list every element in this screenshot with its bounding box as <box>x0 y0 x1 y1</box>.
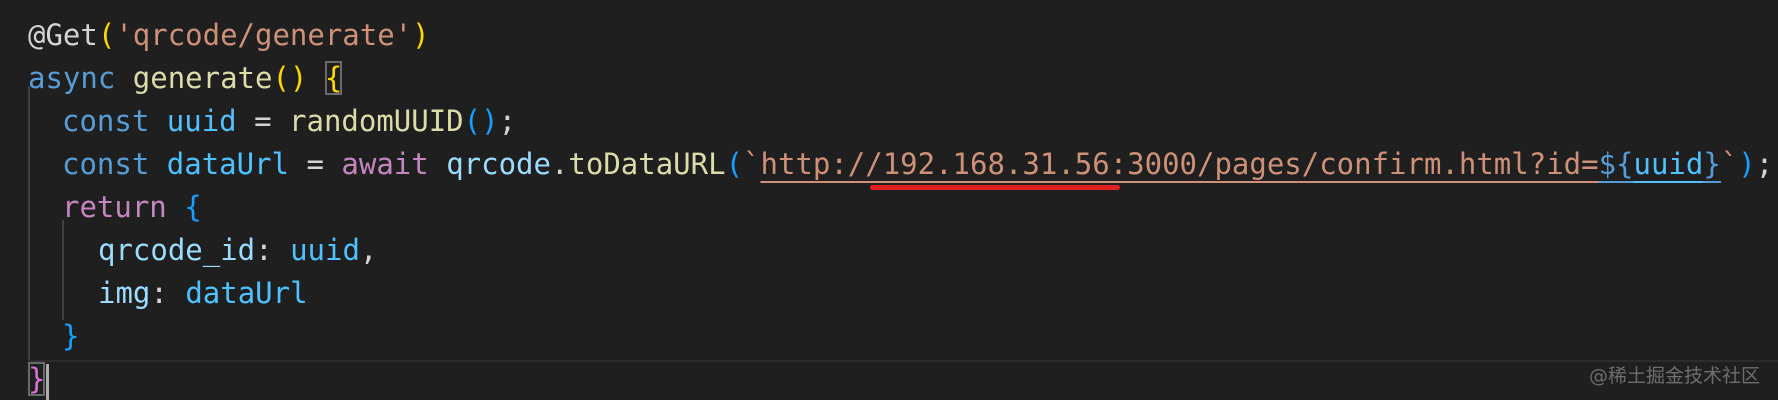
method-name: toDataURL <box>568 147 726 181</box>
variable-uuid: uuid <box>166 104 237 138</box>
annotation-underline <box>870 185 1120 190</box>
code-line-5[interactable]: return { <box>62 186 202 229</box>
url-ip: 192.168.31.56 <box>882 147 1110 181</box>
template-open: ${ <box>1598 147 1634 181</box>
code-line-9[interactable]: } <box>28 358 46 400</box>
colon: : <box>150 276 168 310</box>
property-value: dataUrl <box>185 276 308 310</box>
code-line-1[interactable]: @Get('qrcode/generate') <box>28 14 430 57</box>
paren: ) <box>412 18 430 52</box>
template-close: } <box>1703 147 1721 181</box>
code-editor[interactable]: @Get('qrcode/generate') async generate()… <box>0 0 1778 400</box>
await-keyword: await <box>341 147 429 181</box>
url-link[interactable]: http://192.168.31.56:3000/pages/confirm.… <box>761 147 1721 181</box>
backtick: ` <box>743 147 761 181</box>
code-line-2[interactable]: async generate() { <box>28 57 343 100</box>
variable-dataurl: dataUrl <box>166 147 289 181</box>
semicolon: ; <box>1755 147 1774 181</box>
operator: = <box>306 147 324 181</box>
code-line-4[interactable]: const dataUrl = await qrcode.toDataURL(`… <box>62 143 1773 186</box>
url-prefix: http:// <box>760 147 883 181</box>
property-value: uuid <box>290 233 360 267</box>
return-keyword: return <box>62 190 167 224</box>
current-line-highlight <box>28 360 1778 400</box>
paren: ) <box>1738 147 1756 181</box>
object-qrcode: qrcode <box>446 147 551 181</box>
indent-guide <box>28 86 30 362</box>
property-key: qrcode_id <box>98 233 256 267</box>
paren: ( <box>725 147 744 181</box>
const-keyword: const <box>62 104 150 138</box>
indent-guide <box>62 220 64 320</box>
text-cursor <box>46 364 49 400</box>
open-brace-matched: { <box>324 61 343 95</box>
paren: ( <box>97 18 116 52</box>
backtick: ` <box>1720 147 1739 181</box>
code-line-3[interactable]: const uuid = randomUUID(); <box>62 100 516 143</box>
dot: . <box>550 147 569 181</box>
close-brace-matched: } <box>28 362 46 396</box>
const-keyword: const <box>62 147 150 181</box>
parens: () <box>463 104 499 138</box>
close-brace: } <box>62 319 80 353</box>
colon: : <box>255 233 273 267</box>
url-path: :3000/pages/confirm.html?id= <box>1109 147 1599 181</box>
async-keyword: async <box>28 61 116 95</box>
property-key: img <box>98 276 151 310</box>
comma: , <box>359 233 378 267</box>
open-brace: { <box>184 190 202 224</box>
semicolon: ; <box>498 104 517 138</box>
function-call: randomUUID <box>289 104 464 138</box>
watermark: @稀土掘金技术社区 <box>1588 365 1760 387</box>
parens: () <box>272 61 308 95</box>
code-line-6[interactable]: qrcode_id: uuid, <box>98 229 377 272</box>
code-line-7[interactable]: img: dataUrl <box>98 272 308 315</box>
function-name: generate <box>132 61 273 95</box>
template-variable: uuid <box>1633 147 1704 181</box>
decorator: @Get <box>28 18 98 52</box>
code-line-8[interactable]: } <box>62 315 79 358</box>
operator: = <box>254 104 272 138</box>
route-string: 'qrcode/generate' <box>115 18 413 52</box>
